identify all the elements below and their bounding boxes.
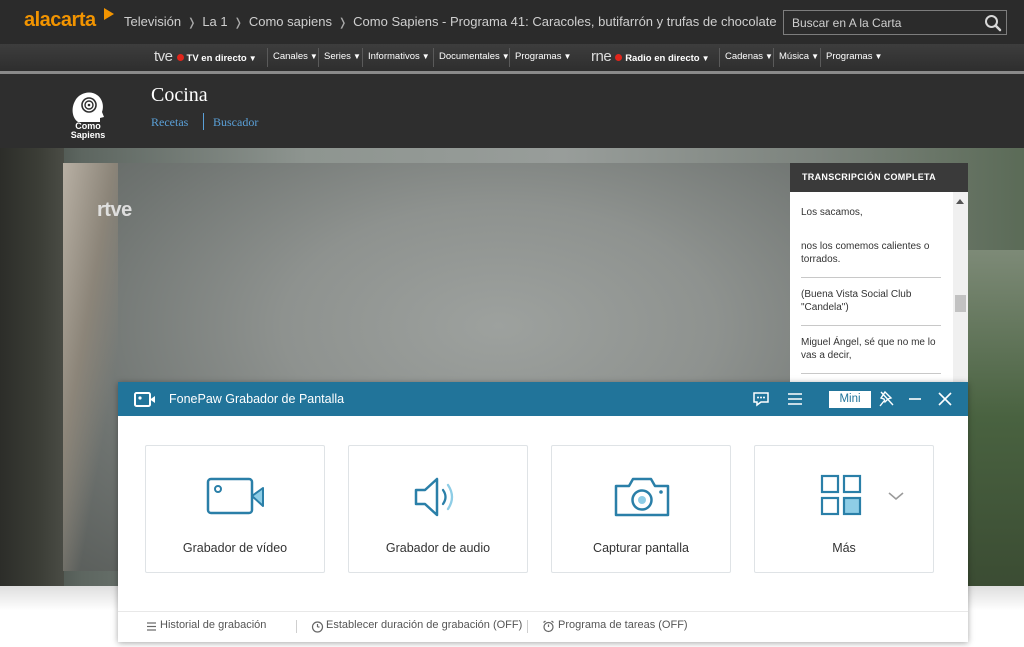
fonepaw-title: FonePaw Grabador de Pantalla bbox=[169, 392, 345, 406]
dropdown-arrow-icon: ▼ bbox=[421, 52, 430, 61]
feedback-icon[interactable] bbox=[752, 390, 770, 408]
nav-radio-live[interactable]: rne Radio en directo ▼ bbox=[591, 44, 710, 71]
video-frame-detail bbox=[63, 163, 118, 571]
background-garden bbox=[968, 250, 1024, 586]
dropdown-arrow-icon: ▼ bbox=[701, 54, 710, 63]
grid-icon bbox=[820, 474, 862, 516]
video-recorder-card[interactable]: Grabador de vídeo bbox=[145, 445, 325, 573]
fonepaw-window: FonePaw Grabador de Pantalla Mini Grabad… bbox=[118, 382, 968, 642]
dropdown-arrow-icon: ▼ bbox=[874, 52, 883, 61]
alacarta-play-icon bbox=[104, 8, 114, 20]
link-recetas[interactable]: Recetas bbox=[151, 115, 188, 130]
alacarta-logo[interactable]: alacarta bbox=[24, 9, 96, 32]
nav-informativos[interactable]: Informativos ▼ bbox=[368, 44, 430, 71]
nav-tv-live[interactable]: tve TV en directo ▼ bbox=[154, 44, 257, 71]
dropdown-arrow-icon: ▼ bbox=[765, 52, 773, 61]
screen-capture-label: Capturar pantalla bbox=[593, 541, 689, 555]
breadcrumb-chevron-icon: ❭ bbox=[337, 17, 348, 29]
transcript-line[interactable]: nos los comemos calientes o torrados. bbox=[801, 240, 941, 266]
live-dot-icon bbox=[615, 54, 623, 61]
nav-musica[interactable]: Música ▼ bbox=[779, 44, 819, 71]
transcript-list: Los sacamos, nos los comemos calientes o… bbox=[790, 192, 953, 393]
transcript-line[interactable]: Los sacamos, bbox=[801, 206, 941, 219]
transcript-scrollbar[interactable] bbox=[953, 192, 968, 393]
scroll-thumb[interactable] bbox=[955, 295, 966, 312]
menu-icon[interactable] bbox=[786, 390, 804, 408]
camera-icon bbox=[614, 477, 670, 517]
section-title: Cocina bbox=[151, 84, 208, 106]
history-list-icon bbox=[147, 622, 156, 631]
search-icon[interactable] bbox=[984, 14, 1002, 32]
rne-brand: rne bbox=[591, 48, 612, 65]
como-sapiens-logo-text: Como Sapiens bbox=[70, 121, 106, 140]
dropdown-arrow-icon: ▼ bbox=[309, 52, 318, 61]
rtve-watermark: rtve bbox=[97, 199, 132, 221]
nav-programas-rne[interactable]: Programas ▼ bbox=[826, 44, 882, 71]
minimize-icon[interactable] bbox=[906, 390, 924, 408]
live-dot-icon bbox=[176, 54, 184, 61]
mini-mode-button[interactable]: Mini bbox=[829, 391, 871, 408]
nav-programas-tve[interactable]: Programas ▼ bbox=[515, 44, 571, 71]
nav-series[interactable]: Series ▼ bbox=[324, 44, 361, 71]
audio-recorder-label: Grabador de audio bbox=[385, 541, 491, 555]
breadcrumb-item-program[interactable]: Como sapiens bbox=[249, 14, 332, 29]
task-schedule-link[interactable]: Programa de tareas (OFF) bbox=[558, 619, 688, 631]
breadcrumb-item-television[interactable]: Televisión bbox=[124, 14, 181, 29]
screen-capture-card[interactable]: Capturar pantalla bbox=[551, 445, 731, 573]
dropdown-arrow-icon: ▼ bbox=[563, 52, 572, 61]
top-bar: alacarta Televisión ❭ La 1 ❭ Como sapiens ❭ Co… bbox=[0, 0, 1024, 44]
fonepaw-logo-icon bbox=[134, 392, 155, 407]
transcript-panel: TRANSCRIPCIÓN COMPLETA Los sacamos, nos … bbox=[790, 163, 968, 393]
recording-history-link[interactable]: Historial de grabación bbox=[160, 619, 266, 631]
recording-duration-link[interactable]: Establecer duración de grabación (OFF) bbox=[326, 619, 522, 631]
breadcrumb-item-la1[interactable]: La 1 bbox=[202, 14, 227, 29]
breadcrumb: Televisión ❭ La 1 ❭ Como sapiens ❭ Como Sapien… bbox=[124, 14, 777, 29]
more-label: Más bbox=[832, 541, 856, 555]
search-input[interactable] bbox=[784, 11, 974, 34]
close-icon[interactable] bbox=[936, 390, 954, 408]
dropdown-arrow-icon: ▼ bbox=[248, 54, 257, 63]
transcript-line[interactable]: (Buena Vista Social Club "Candela") bbox=[801, 288, 941, 314]
breadcrumb-item-episode: Como Sapiens - Programa 41: Caracoles, b… bbox=[353, 14, 777, 29]
footer-divider bbox=[118, 611, 968, 612]
search-box bbox=[783, 10, 1007, 35]
chevron-down-icon[interactable] bbox=[887, 490, 905, 502]
more-card[interactable]: Más bbox=[754, 445, 934, 573]
background-tree bbox=[0, 148, 64, 586]
audio-recorder-card[interactable]: Grabador de audio bbox=[348, 445, 528, 573]
scroll-up-arrow-icon[interactable] bbox=[956, 199, 964, 204]
nav-canales[interactable]: Canales ▼ bbox=[273, 44, 318, 71]
breadcrumb-chevron-icon: ❭ bbox=[187, 17, 197, 29]
nav-documentales[interactable]: Documentales ▼ bbox=[439, 44, 510, 71]
alarm-clock-icon bbox=[543, 620, 554, 633]
pin-off-icon[interactable] bbox=[878, 390, 896, 408]
tve-brand: tve bbox=[154, 48, 173, 65]
link-divider bbox=[203, 113, 204, 130]
dropdown-arrow-icon: ▼ bbox=[352, 52, 361, 61]
transcript-heading: TRANSCRIPCIÓN COMPLETA bbox=[790, 163, 968, 192]
video-recorder-label: Grabador de vídeo bbox=[182, 541, 288, 555]
nav-bar: tve TV en directo ▼ Canales ▼ Series ▼ Infor… bbox=[0, 44, 1024, 71]
breadcrumb-chevron-icon: ❭ bbox=[233, 17, 243, 29]
link-buscador[interactable]: Buscador bbox=[213, 115, 258, 130]
fonepaw-title-bar[interactable]: FonePaw Grabador de Pantalla Mini bbox=[118, 382, 968, 416]
transcript-line[interactable]: Miguel Ángel, sé que no me lo vas a deci… bbox=[801, 336, 941, 362]
dropdown-arrow-icon: ▼ bbox=[811, 52, 820, 61]
nav-cadenas[interactable]: Cadenas ▼ bbox=[725, 44, 773, 71]
video-camera-icon bbox=[206, 477, 264, 515]
timer-icon bbox=[311, 621, 324, 633]
speaker-icon bbox=[414, 477, 454, 517]
